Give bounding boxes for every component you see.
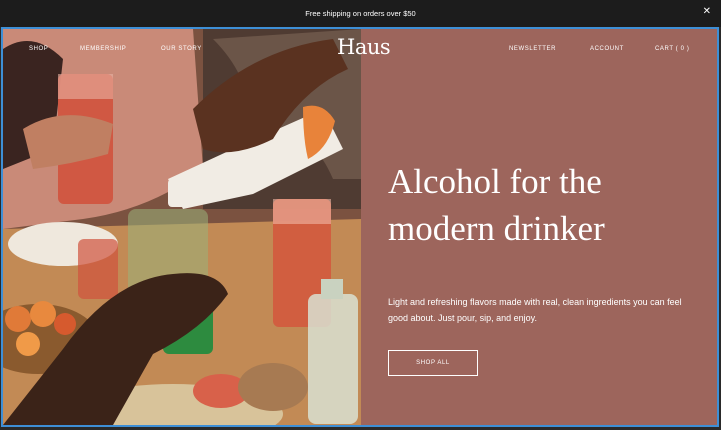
nav-membership[interactable]: MEMBERSHIP <box>80 46 126 52</box>
announcement-bar: Free shipping on orders over $50 ✕ <box>0 0 721 27</box>
brand-logo[interactable]: Haus <box>337 35 391 59</box>
nav-shop[interactable]: SHOP <box>29 46 48 52</box>
announcement-text: Free shipping on orders over $50 <box>305 9 416 18</box>
hero-subtext: Light and refreshing flavors made with r… <box>388 297 682 323</box>
hero-photo-illustration <box>3 29 361 425</box>
hero-headline-line1: Alcohol for the <box>388 162 602 201</box>
close-icon[interactable]: ✕ <box>703 7 711 17</box>
nav-account[interactable]: ACCOUNT <box>590 46 624 52</box>
hero-headline-line2: modern drinker <box>388 209 605 248</box>
nav-newsletter[interactable]: NEWSLETTER <box>509 46 556 52</box>
nav-our-story[interactable]: OUR STORY <box>161 46 202 52</box>
hero-photo <box>3 29 361 425</box>
nav-cart[interactable]: CART ( 0 ) <box>655 46 689 52</box>
hero-headline: Alcohol for the modern drinker <box>388 158 708 252</box>
shop-all-button[interactable]: SHOP ALL <box>388 350 478 376</box>
